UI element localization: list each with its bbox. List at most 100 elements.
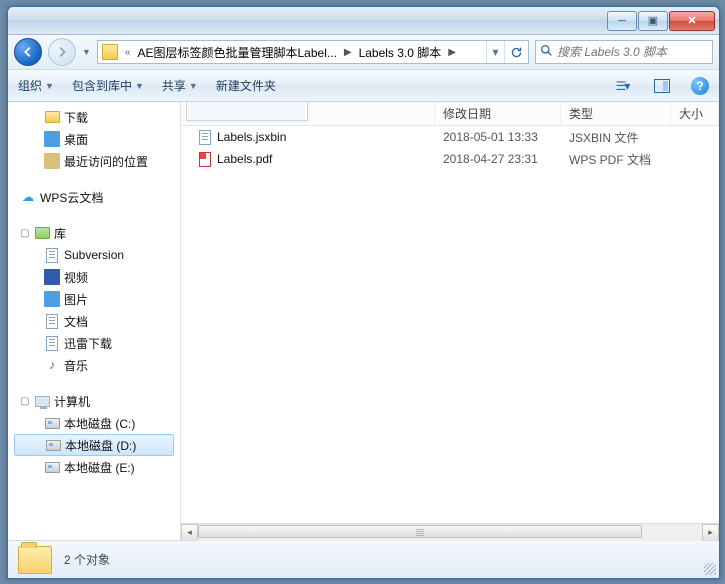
file-icon xyxy=(199,130,211,145)
column-header-size[interactable]: 大小 xyxy=(671,102,719,125)
titlebar: ─ ▣ ✕ xyxy=(8,7,719,35)
navigation-pane[interactable]: 下载 桌面 最近访问的位置 ☁WPS云文档 ▢库 Subversion 视频 图… xyxy=(8,102,181,540)
nav-forward-button[interactable] xyxy=(48,38,76,66)
column-header-date[interactable]: 修改日期 xyxy=(435,102,561,125)
breadcrumb-seg-2[interactable]: Labels 3.0 脚本 xyxy=(355,41,446,63)
nav-history-dropdown[interactable]: ▼ xyxy=(82,47,91,57)
minimize-button[interactable]: ─ xyxy=(607,11,637,31)
search-icon xyxy=(540,44,553,60)
breadcrumb-seg-1[interactable]: AE图层标签颜色批量管理脚本Label... xyxy=(133,41,340,63)
sidebar-item-libraries[interactable]: ▢库 xyxy=(14,222,180,244)
recent-icon xyxy=(44,153,60,169)
navbar: ▼ « AE图层标签颜色批量管理脚本Label... ▶ Labels 3.0 … xyxy=(8,35,719,70)
expand-icon[interactable]: ▢ xyxy=(20,396,30,407)
chevron-right-icon[interactable]: ▶ xyxy=(445,47,459,58)
chevron-down-icon: ▼ xyxy=(135,81,144,91)
horizontal-scrollbar[interactable]: ◂ ▸ xyxy=(181,523,719,540)
sidebar-item-disk-c[interactable]: 本地磁盘 (C:) xyxy=(14,412,180,434)
file-list[interactable]: Labels.jsxbin2018-05-01 13:33JSXBIN 文件La… xyxy=(181,126,719,523)
sidebar-item-downloads[interactable]: 下载 xyxy=(14,106,180,128)
refresh-button[interactable] xyxy=(504,41,528,63)
folder-icon xyxy=(45,111,60,123)
breadcrumb-root[interactable] xyxy=(98,41,122,63)
share-menu[interactable]: 共享▼ xyxy=(162,77,198,94)
scroll-left-button[interactable]: ◂ xyxy=(181,524,198,541)
file-type: JSXBIN 文件 xyxy=(561,129,671,146)
close-button[interactable]: ✕ xyxy=(669,11,715,31)
sidebar-item-wps-cloud[interactable]: ☁WPS云文档 xyxy=(14,186,180,208)
address-dropdown[interactable]: ▾ xyxy=(486,41,504,63)
sidebar-item-music[interactable]: ♪音乐 xyxy=(14,354,180,376)
column-header-type[interactable]: 类型 xyxy=(561,102,671,125)
sidebar-item-label: 本地磁盘 (C:) xyxy=(64,415,135,432)
chevron-right-icon: « xyxy=(122,47,134,58)
sidebar-item-pictures[interactable]: 图片 xyxy=(14,288,180,310)
sidebar-item-subversion[interactable]: Subversion xyxy=(14,244,180,266)
include-in-library-menu[interactable]: 包含到库中▼ xyxy=(72,77,144,94)
preview-pane-button[interactable] xyxy=(651,75,673,97)
new-folder-button[interactable]: 新建文件夹 xyxy=(216,77,276,94)
file-row[interactable]: Labels.pdf2018-04-27 23:31WPS PDF 文档 xyxy=(181,148,719,170)
command-bar: 组织▼ 包含到库中▼ 共享▼ 新建文件夹 ☰▾ ? xyxy=(8,70,719,102)
organize-menu[interactable]: 组织▼ xyxy=(18,77,54,94)
sidebar-item-label: Subversion xyxy=(64,248,124,262)
breadcrumb-label: Labels 3.0 脚本 xyxy=(359,44,442,61)
resize-grip[interactable] xyxy=(704,563,716,575)
sidebar-item-label: 下载 xyxy=(64,109,88,126)
sidebar-item-desktop[interactable]: 桌面 xyxy=(14,128,180,150)
file-icon xyxy=(46,248,58,263)
sidebar-item-recent[interactable]: 最近访问的位置 xyxy=(14,150,180,172)
file-list-pane: 名称 修改日期 类型 大小 Labels.jsxbin2018-05-01 13… xyxy=(181,102,719,540)
explorer-window: ─ ▣ ✕ ▼ « AE图层标签颜色批量管理脚本Label... ▶ Label… xyxy=(7,6,720,579)
library-icon xyxy=(35,227,50,239)
file-row[interactable]: Labels.jsxbin2018-05-01 13:33JSXBIN 文件 xyxy=(181,126,719,148)
breadcrumb-label: AE图层标签颜色批量管理脚本Label... xyxy=(137,44,336,61)
sidebar-item-label: 本地磁盘 (D:) xyxy=(65,437,136,454)
document-icon xyxy=(46,314,58,329)
sidebar-item-disk-e[interactable]: 本地磁盘 (E:) xyxy=(14,456,180,478)
view-options-button[interactable]: ☰▾ xyxy=(611,75,633,97)
explorer-body: 下载 桌面 最近访问的位置 ☁WPS云文档 ▢库 Subversion 视频 图… xyxy=(8,102,719,540)
drive-icon xyxy=(45,462,60,473)
status-text: 2 个对象 xyxy=(64,551,110,568)
maximize-button[interactable]: ▣ xyxy=(638,11,668,31)
drive-icon xyxy=(45,418,60,429)
search-box[interactable] xyxy=(535,40,713,64)
help-button[interactable]: ? xyxy=(691,77,709,95)
file-icon xyxy=(199,152,211,167)
sidebar-item-videos[interactable]: 视频 xyxy=(14,266,180,288)
scroll-track[interactable] xyxy=(198,524,702,541)
sidebar-item-label: 库 xyxy=(54,225,66,242)
cloud-icon: ☁ xyxy=(20,189,36,205)
search-input[interactable] xyxy=(557,45,714,59)
scroll-right-button[interactable]: ▸ xyxy=(702,524,719,541)
window-controls: ─ ▣ ✕ xyxy=(607,11,715,31)
folder-icon xyxy=(102,44,118,60)
music-icon: ♪ xyxy=(44,357,60,373)
video-icon xyxy=(44,269,60,285)
sidebar-item-label: 视频 xyxy=(64,269,88,286)
address-bar[interactable]: « AE图层标签颜色批量管理脚本Label... ▶ Labels 3.0 脚本… xyxy=(97,40,529,64)
sidebar-item-label: 计算机 xyxy=(54,393,90,410)
sidebar-item-label: 本地磁盘 (E:) xyxy=(64,459,135,476)
expand-icon[interactable]: ▢ xyxy=(20,228,30,239)
sidebar-item-disk-d[interactable]: 本地磁盘 (D:) xyxy=(14,434,174,456)
scroll-thumb[interactable] xyxy=(198,525,642,538)
file-date: 2018-05-01 13:33 xyxy=(435,130,561,144)
status-bar: 2 个对象 xyxy=(8,540,719,578)
nav-back-button[interactable] xyxy=(14,38,42,66)
sidebar-item-documents[interactable]: 文档 xyxy=(14,310,180,332)
drive-icon xyxy=(46,440,61,451)
sidebar-item-label: WPS云文档 xyxy=(40,189,103,206)
sidebar-item-label: 最近访问的位置 xyxy=(64,153,148,170)
file-icon xyxy=(46,336,58,351)
file-name: Labels.pdf xyxy=(217,152,272,166)
sidebar-item-label: 文档 xyxy=(64,313,88,330)
sidebar-item-computer[interactable]: ▢ 计算机 xyxy=(14,390,180,412)
file-type: WPS PDF 文档 xyxy=(561,151,671,168)
sidebar-item-label: 桌面 xyxy=(64,131,88,148)
chevron-right-icon[interactable]: ▶ xyxy=(341,47,355,58)
sidebar-item-xunlei[interactable]: 迅雷下载 xyxy=(14,332,180,354)
popup-menu[interactable] xyxy=(186,101,308,121)
sidebar-item-label: 迅雷下载 xyxy=(64,335,112,352)
